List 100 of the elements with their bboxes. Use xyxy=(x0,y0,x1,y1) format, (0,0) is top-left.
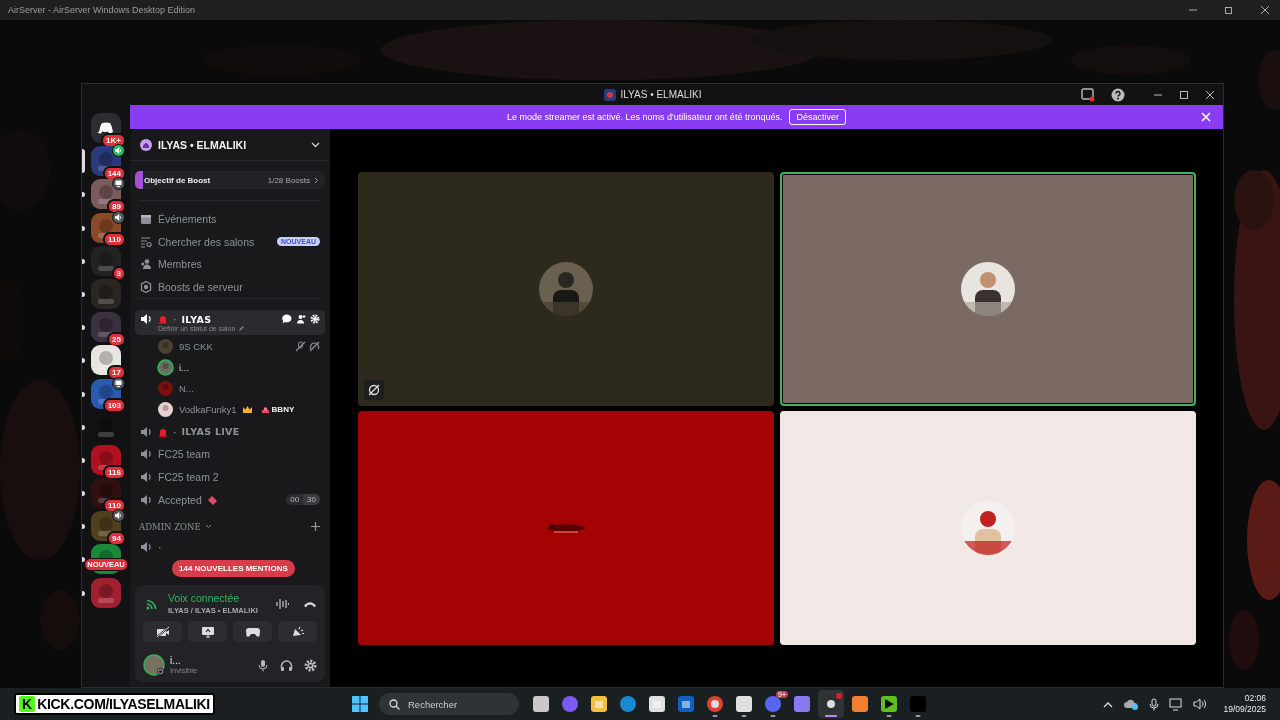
help-icon[interactable] xyxy=(1111,88,1125,102)
boost-goal-label: Objectif de Boost xyxy=(144,175,211,185)
banner-text: Le mode streamer est activé. Les noms d'utilisateur ont été tronqués. xyxy=(507,112,783,122)
volume-icon[interactable] xyxy=(1193,698,1208,710)
stream-overlay-banner: K KICK.COM/ILYASELMALIKI xyxy=(14,693,215,715)
app-icon[interactable] xyxy=(677,695,695,713)
screen-share-button[interactable] xyxy=(188,621,227,642)
window-title: ILYAS • ELMALIKI xyxy=(620,89,702,100)
voice-channel[interactable]: · ILYAS LIVE xyxy=(135,420,325,444)
microphone-icon[interactable] xyxy=(257,658,269,672)
inbox-icon[interactable] xyxy=(1081,88,1095,102)
speaker-icon xyxy=(140,313,153,326)
nav-item[interactable]: Membres xyxy=(158,258,202,271)
close-icon[interactable] xyxy=(1205,90,1215,100)
category-header[interactable]: ADMIN ZONE xyxy=(135,510,325,536)
channel-name: FC25 team xyxy=(158,448,210,461)
app-icon[interactable] xyxy=(648,695,666,713)
community-icon xyxy=(140,138,152,151)
channel-name: FC25 team 2 xyxy=(158,471,219,484)
boost-goal-bar[interactable]: Objectif de Boost 1/28 Boosts xyxy=(135,171,325,189)
microphone-icon[interactable] xyxy=(1149,697,1160,711)
camera-off-button[interactable] xyxy=(143,621,182,642)
voice-status[interactable]: Voix connectée xyxy=(168,592,268,604)
voice-channel[interactable]: FC25 team xyxy=(135,443,325,466)
boost-icon xyxy=(140,281,152,294)
clock-time[interactable]: 02:06 xyxy=(1244,693,1266,704)
app-icon[interactable] xyxy=(706,695,724,713)
pencil-icon[interactable] xyxy=(238,325,246,333)
channel-name: Accepted xyxy=(158,493,202,506)
voice-channel[interactable]: FC25 team 2 xyxy=(135,465,325,489)
camera-off-icon xyxy=(155,625,170,638)
gamepad-icon xyxy=(245,626,260,637)
app-icon[interactable] xyxy=(880,695,898,713)
user-avatar xyxy=(143,654,165,676)
chevron-up-icon[interactable] xyxy=(1103,700,1114,708)
video-tile[interactable] xyxy=(780,411,1196,645)
maximize-icon[interactable] xyxy=(1179,90,1189,100)
close-icon[interactable] xyxy=(1260,5,1270,15)
member-name[interactable]: 9S CKK xyxy=(179,340,213,352)
server-icon[interactable] xyxy=(91,345,121,376)
member-name[interactable]: N... xyxy=(179,383,194,395)
separator-dot: · xyxy=(158,541,162,554)
search-field[interactable]: Rechercher xyxy=(379,693,519,715)
chevron-down-icon xyxy=(204,524,212,530)
video-tile[interactable] xyxy=(780,172,1196,406)
disable-button[interactable]: Désactiver xyxy=(789,109,846,125)
list-search-icon xyxy=(140,235,152,248)
voice-channel[interactable]: · xyxy=(135,535,325,559)
member-name[interactable]: i... xyxy=(179,361,190,373)
windows-start-icon[interactable] xyxy=(352,696,368,712)
speaker-icon xyxy=(140,448,153,461)
app-icon[interactable] xyxy=(532,695,550,713)
settings-icon[interactable] xyxy=(304,658,317,672)
app-icon[interactable] xyxy=(735,695,753,713)
chevron-right-icon xyxy=(314,176,319,184)
server-header[interactable]: ILYAS • ELMALIKI xyxy=(130,129,330,161)
user-limit: 00 30 xyxy=(286,494,320,506)
member-name[interactable]: VodkaFunky1 xyxy=(179,404,237,416)
separator-dot: · xyxy=(173,425,177,438)
user-name: i... xyxy=(170,655,182,666)
search-icon xyxy=(389,698,400,710)
party-horn-icon xyxy=(290,625,305,638)
video-tile[interactable] xyxy=(358,411,774,645)
add-member-icon[interactable] xyxy=(296,314,306,325)
window-title: AirServer - AirServer Windows Desktop Edition xyxy=(8,5,196,15)
channel-name: ILYAS LIVE xyxy=(181,426,240,438)
display-icon[interactable] xyxy=(1169,697,1184,711)
waveform-icon[interactable] xyxy=(276,597,289,610)
separator-dot: · xyxy=(173,313,177,326)
cloud-icon[interactable] xyxy=(1123,698,1140,710)
voice-channel[interactable]: Accepted 00 30 xyxy=(135,488,325,511)
notification-dot xyxy=(836,693,842,699)
member-tag: BBNY xyxy=(271,405,295,415)
chevron-down-icon xyxy=(311,141,320,148)
boost-count: 1/28 Boosts xyxy=(267,175,310,185)
app-icon[interactable] xyxy=(590,695,608,713)
calendar-icon xyxy=(140,213,152,226)
add-channel-icon[interactable] xyxy=(311,522,320,532)
speaker-icon xyxy=(140,425,153,438)
nav-item[interactable]: Boosts de serveur xyxy=(158,281,243,294)
app-icon[interactable] xyxy=(851,695,869,713)
chat-icon[interactable] xyxy=(282,314,292,325)
speaker-icon xyxy=(140,493,153,506)
server-icon[interactable] xyxy=(91,444,121,475)
members-icon xyxy=(140,258,152,271)
app-icon[interactable] xyxy=(822,695,840,713)
server-icon xyxy=(603,88,616,101)
hang-up-icon[interactable] xyxy=(303,599,317,608)
clock-date[interactable]: 19/09/2025 xyxy=(1223,704,1266,715)
cake-icon xyxy=(260,405,270,414)
server-icon[interactable] xyxy=(91,312,121,343)
video-tile[interactable] xyxy=(358,172,774,406)
restore-icon[interactable] xyxy=(1224,5,1234,15)
new-mentions-button[interactable]: 144 NOUVELLES MENTIONS xyxy=(172,560,295,577)
nav-item[interactable]: Événements xyxy=(158,213,217,226)
soundboard-button[interactable] xyxy=(278,621,317,642)
activities-button[interactable] xyxy=(233,621,272,642)
nav-item[interactable]: Chercher des salons xyxy=(158,235,255,248)
headphones-icon[interactable] xyxy=(280,658,293,672)
channel-name: ILYAS xyxy=(181,313,212,325)
